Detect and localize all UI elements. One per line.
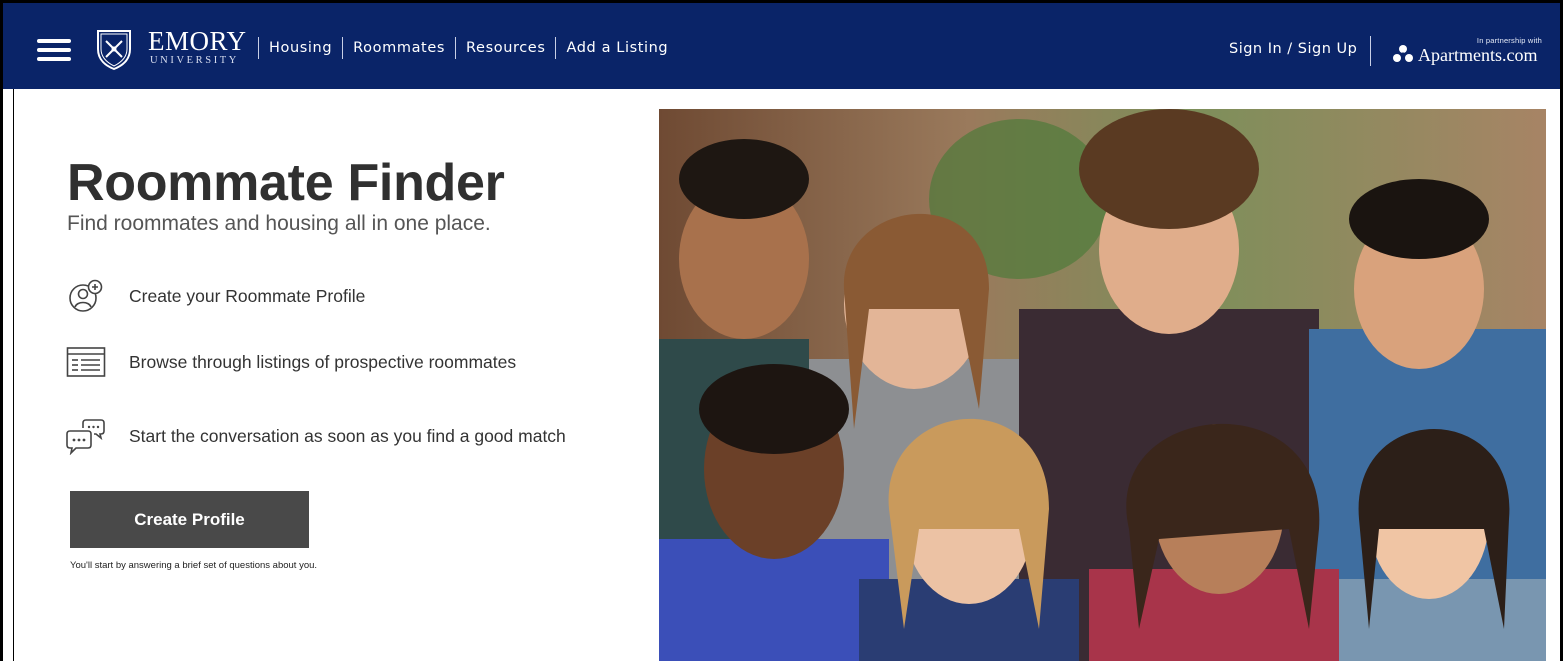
nav-housing[interactable]: Housing	[269, 40, 332, 56]
partner-brand-text: Apartments.com	[1418, 44, 1538, 65]
logo-name: EMORY	[148, 26, 247, 56]
students-group-photo	[659, 109, 1546, 661]
add-profile-icon	[66, 276, 106, 316]
nav-divider	[555, 37, 557, 59]
nav-divider	[258, 37, 259, 59]
listings-icon	[66, 342, 106, 382]
chat-bubbles-icon	[66, 416, 106, 456]
feature-text: Start the conversation as soon as you fi…	[129, 425, 566, 446]
header-divider	[1370, 36, 1371, 66]
feature-text: Create your Roommate Profile	[129, 285, 366, 306]
page-title: Roommate Finder	[67, 154, 505, 212]
photo-illustration	[659, 109, 1546, 661]
feature-start-conversation: Start the conversation as soon as you fi…	[66, 416, 566, 456]
create-profile-button[interactable]: Create Profile	[70, 491, 309, 548]
nav-divider	[455, 37, 457, 59]
logo-sub: UNIVERSITY	[150, 55, 239, 66]
partner-brand: Apartments.com	[1392, 44, 1537, 66]
nav-divider	[342, 37, 344, 59]
nav-add-listing[interactable]: Add a Listing	[566, 40, 668, 56]
apartments-com-partner-logo[interactable]: In partnership with Apartments.com	[1392, 34, 1552, 70]
emory-logo[interactable]: EMORY UNIVERSITY	[148, 28, 247, 67]
nav-roommates[interactable]: Roommates	[353, 40, 445, 56]
sign-in-link[interactable]: Sign In / Sign Up	[1229, 41, 1357, 57]
feature-browse-listings: Browse through listings of prospective r…	[66, 342, 516, 382]
site-header: EMORY UNIVERSITY Housing Roommates Resou…	[3, 3, 1560, 89]
cta-note: You'll start by answering a brief set of…	[70, 560, 318, 571]
page-subtitle: Find roommates and housing all in one pl…	[67, 212, 491, 235]
feature-text: Browse through listings of prospective r…	[129, 351, 517, 372]
menu-icon[interactable]	[37, 39, 71, 61]
apartments-logo-icon	[1393, 45, 1413, 62]
emory-shield-icon[interactable]	[94, 27, 134, 71]
feature-create-profile: Create your Roommate Profile	[66, 276, 365, 316]
nav-resources[interactable]: Resources	[466, 40, 545, 56]
main-nav: Housing Roommates Resources Add a Listin…	[248, 33, 668, 63]
